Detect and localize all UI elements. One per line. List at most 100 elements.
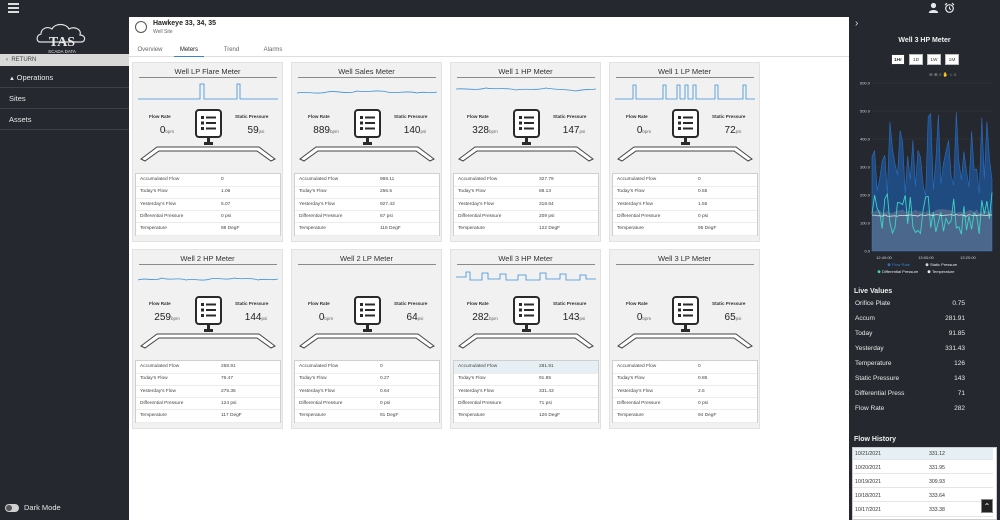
row-label: Differential Pressure	[299, 400, 343, 406]
row-value: 209 psi	[539, 213, 555, 219]
home-icon[interactable]: ⌂	[950, 72, 953, 77]
tab-trend[interactable]: Trend	[219, 46, 244, 57]
row-label: Temperature	[299, 413, 326, 419]
table-row: Today's Flow 0.55	[613, 186, 757, 199]
tab-overview[interactable]: Overview	[135, 46, 165, 57]
zoom-in-icon[interactable]: ⊕	[934, 72, 938, 77]
site-title: Hawkeye 33, 34, 35	[153, 20, 217, 27]
pan-icon[interactable]: ✋	[943, 72, 949, 77]
row-label: Accumulated Flow	[299, 364, 339, 369]
static-pressure-label: Static Pressure	[553, 301, 587, 306]
row-label: Today's Flow	[617, 189, 645, 195]
live-value: 281.91	[945, 315, 965, 322]
row-label: Accumulated Flow	[140, 177, 180, 182]
flow-history-row[interactable]: 10/17/2021 333.38	[853, 504, 993, 517]
dark-mode-toggle[interactable]	[5, 504, 19, 512]
meter-card[interactable]: Well 2 HP Meter Flow Rate 259bpm Static Pre…	[132, 249, 283, 429]
sidebar-item-assets[interactable]: Assets	[0, 109, 129, 130]
flow-history-row[interactable]: 10/20/2021 331.95	[853, 462, 993, 475]
table-row: Accumulated Flow 281.91	[454, 361, 598, 374]
static-pressure-label: Static Pressure	[394, 114, 428, 119]
meter-card[interactable]: Well 1 HP Meter Flow Rate 328bpm Static Pre…	[450, 62, 601, 242]
meter-title: Well 1 LP Meter	[657, 67, 712, 76]
row-label: Accumulated Flow	[458, 177, 498, 182]
row-label: Today's Flow	[617, 376, 645, 382]
row-value: 71 psi	[539, 400, 552, 406]
legend-item[interactable]: Differential Pressure	[882, 269, 919, 274]
title-divider	[298, 77, 436, 78]
flow-history-table[interactable]: 10/21/2021 331.12 10/20/2021 331.95 10/19/20…	[852, 447, 997, 520]
zoom-out-icon[interactable]: ⊖	[929, 72, 933, 77]
return-button[interactable]: ‹ RETURN	[0, 54, 129, 66]
row-value: 318.64	[539, 201, 554, 207]
flow-rate-value: 328bpm	[465, 125, 505, 136]
meter-card[interactable]: Well Sales Meter Flow Rate 889bpm Static Pr…	[291, 62, 442, 242]
row-value: 88.13	[539, 189, 552, 195]
sidebar-item-sites[interactable]: Sites	[0, 88, 129, 109]
menu-icon[interactable]: ≡	[954, 72, 957, 77]
static-pressure-label: Static Pressure	[553, 114, 587, 119]
flow-history-row[interactable]: 10/21/2021 331.12	[853, 448, 993, 461]
flow-computer-icon	[513, 296, 540, 332]
row-value: 0.27	[380, 376, 390, 382]
meter-card[interactable]: Well 2 LP Meter Flow Rate 0bpm Static Press…	[291, 249, 442, 429]
static-pressure-value: 143psi	[555, 312, 593, 323]
flow-rate-unit: bpm	[165, 129, 175, 134]
legend-item[interactable]: Static Pressure	[930, 262, 958, 267]
row-value: 0.55	[698, 189, 708, 195]
flow-rate-value: 0bpm	[624, 125, 664, 136]
y-tick-label: 400.0	[860, 137, 871, 142]
row-label: Yesterday's Flow	[140, 201, 176, 207]
flow-rate-unit: bpm	[642, 316, 652, 321]
static-pressure-value: 140psi	[396, 125, 434, 136]
range-1m-button[interactable]: 1M	[945, 54, 959, 65]
x-tick-label: 12:40:00	[876, 255, 892, 260]
collapse-panel-icon[interactable]: ›	[855, 18, 858, 29]
meter-card[interactable]: Well LP Flare Meter Flow Rate 0bpm Static P…	[132, 62, 283, 242]
scroll-to-top-button[interactable]: ⌃	[981, 499, 993, 513]
meter-title: Well 1 HP Meter	[498, 67, 553, 76]
flow-sparkline	[456, 271, 596, 281]
flow-history-row[interactable]: 10/18/2021 333.64	[853, 490, 993, 503]
user-icon[interactable]	[928, 2, 939, 14]
table-row: Temperature 116 DegF	[295, 223, 439, 236]
meter-details-table: Accumulated Flow 0 Today's Flow 0.86 Yesterd…	[612, 360, 758, 423]
table-row: Today's Flow 88.13	[454, 186, 598, 199]
menu-icon[interactable]	[8, 3, 19, 13]
flow-rate-label: Flow Rate	[467, 301, 489, 306]
flow-computer-icon	[354, 109, 381, 145]
legend-item[interactable]: Temperature	[932, 269, 955, 274]
row-value: 927.43	[380, 201, 395, 207]
flow-computer-icon	[672, 109, 699, 145]
history-value: 331.95	[929, 465, 945, 472]
table-row: Accumulated Flow 258.91	[136, 361, 280, 374]
alarm-clock-icon[interactable]	[944, 2, 955, 14]
flow-rate-unit: bpm	[488, 129, 498, 134]
range-1hr-button[interactable]: 1Hr	[891, 54, 905, 65]
top-bar	[0, 0, 1000, 17]
flow-sparkline	[615, 84, 755, 100]
static-pressure-unit: psi	[261, 316, 268, 321]
static-pressure-value: 64psi	[396, 312, 434, 323]
row-label: Temperature	[140, 226, 167, 232]
table-row: Yesterday's Flow 5.07	[136, 199, 280, 212]
history-value: 309.93	[929, 479, 945, 486]
meter-card[interactable]: Well 3 HP Meter Flow Rate 282bpm Static Pre…	[450, 249, 601, 429]
chart-toolbar[interactable]: ⊖ ⊕ ⌕ ✋ ⌂ ≡	[929, 72, 956, 78]
range-1w-button[interactable]: 1W	[927, 54, 941, 65]
static-pressure-unit: psi	[735, 316, 742, 321]
meter-card[interactable]: Well 1 LP Meter Flow Rate 0bpm Static Press…	[609, 62, 760, 242]
tab-meters[interactable]: Meters	[174, 46, 204, 57]
tab-alarms[interactable]: Alarms	[257, 46, 289, 57]
range-1d-button[interactable]: 1D	[909, 54, 923, 65]
static-pressure-number: 147	[562, 125, 580, 136]
flow-history-row[interactable]: 10/19/2021 309.93	[853, 476, 993, 489]
legend-item[interactable]: Flow Rate	[892, 262, 911, 267]
dark-mode-label: Dark Mode	[24, 503, 61, 512]
row-label: Yesterday's Flow	[458, 388, 494, 394]
table-row: Today's Flow 1.06	[136, 186, 280, 199]
zoom-select-icon[interactable]: ⌕	[939, 72, 942, 77]
meter-card[interactable]: Well 3 LP Meter Flow Rate 0bpm Static Press…	[609, 249, 760, 429]
title-divider	[457, 264, 595, 265]
sidebar-item-operations[interactable]: ▲ Operations	[0, 67, 129, 88]
